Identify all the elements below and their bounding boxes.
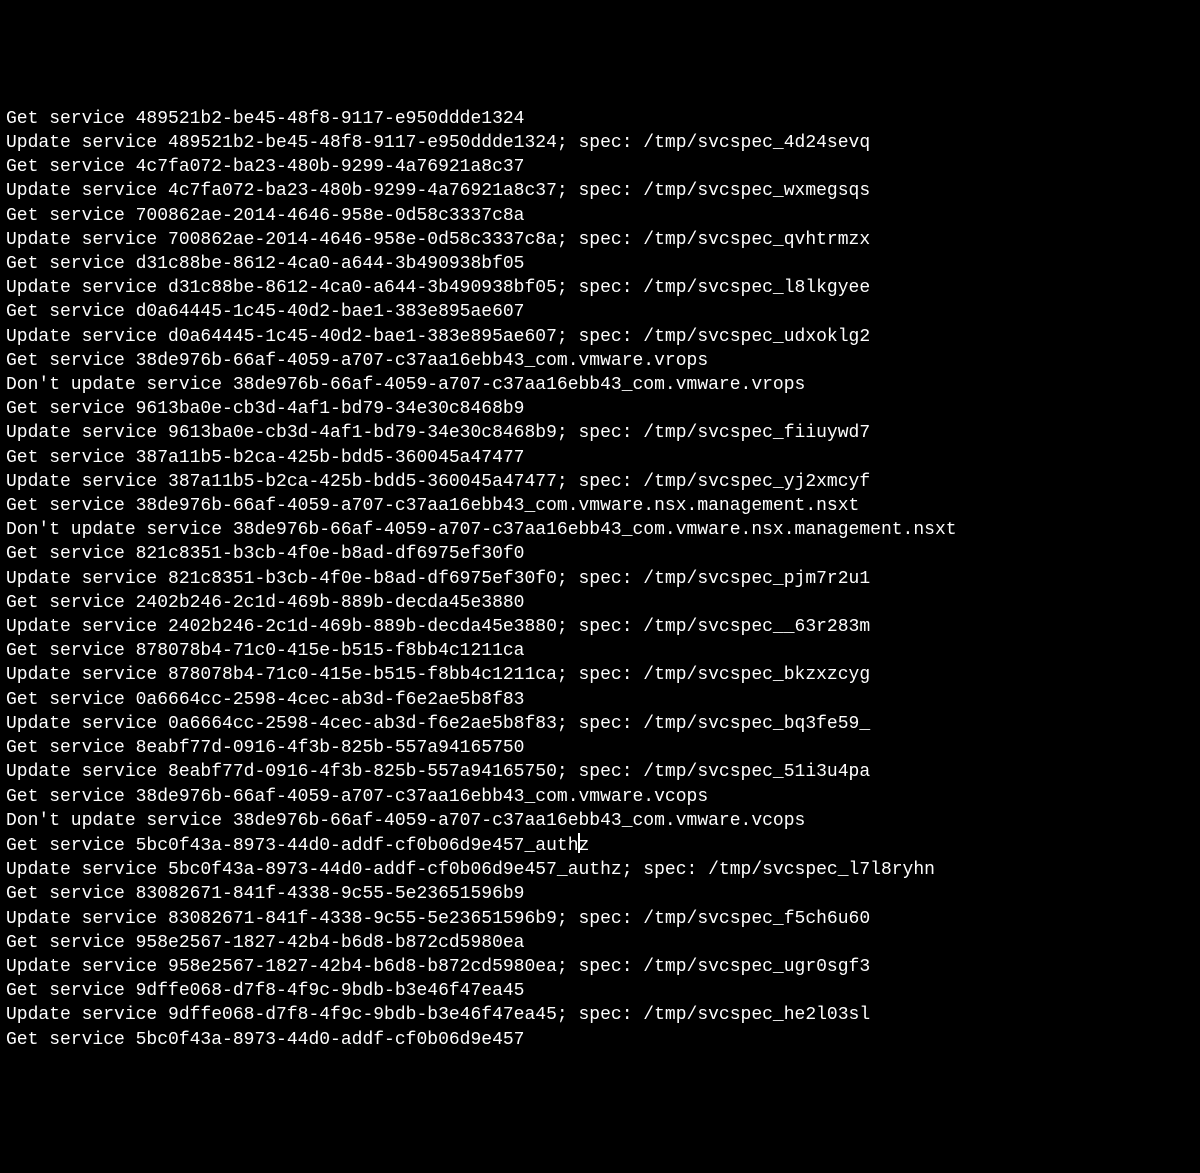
terminal-line: Get service 878078b4-71c0-415e-b515-f8bb… <box>6 639 1200 663</box>
terminal-line: Get service 2402b246-2c1d-469b-889b-decd… <box>6 591 1200 615</box>
terminal-line: Get service 958e2567-1827-42b4-b6d8-b872… <box>6 931 1200 955</box>
terminal-line: Don't update service 38de976b-66af-4059-… <box>6 809 1200 833</box>
terminal-line: Update service 2402b246-2c1d-469b-889b-d… <box>6 615 1200 639</box>
terminal-line: Get service 83082671-841f-4338-9c55-5e23… <box>6 882 1200 906</box>
terminal-line: Get service 38de976b-66af-4059-a707-c37a… <box>6 494 1200 518</box>
terminal-line: Update service 878078b4-71c0-415e-b515-f… <box>6 663 1200 687</box>
terminal-line: Update service 821c8351-b3cb-4f0e-b8ad-d… <box>6 567 1200 591</box>
terminal-line: Get service 489521b2-be45-48f8-9117-e950… <box>6 107 1200 131</box>
terminal-line: Get service d31c88be-8612-4ca0-a644-3b49… <box>6 252 1200 276</box>
terminal-line: Update service 4c7fa072-ba23-480b-9299-4… <box>6 179 1200 203</box>
terminal-line: Update service 9dffe068-d7f8-4f9c-9bdb-b… <box>6 1003 1200 1027</box>
terminal-line: Get service 4c7fa072-ba23-480b-9299-4a76… <box>6 155 1200 179</box>
terminal-line: Get service 387a11b5-b2ca-425b-bdd5-3600… <box>6 446 1200 470</box>
terminal-line: Get service 9613ba0e-cb3d-4af1-bd79-34e3… <box>6 397 1200 421</box>
terminal-line: Update service 5bc0f43a-8973-44d0-addf-c… <box>6 858 1200 882</box>
terminal-output[interactable]: Get service 489521b2-be45-48f8-9117-e950… <box>6 107 1200 1052</box>
terminal-line: Update service 83082671-841f-4338-9c55-5… <box>6 907 1200 931</box>
terminal-line: Update service 958e2567-1827-42b4-b6d8-b… <box>6 955 1200 979</box>
terminal-line: Update service 700862ae-2014-4646-958e-0… <box>6 228 1200 252</box>
terminal-line: Get service 821c8351-b3cb-4f0e-b8ad-df69… <box>6 542 1200 566</box>
terminal-line: Get service 8eabf77d-0916-4f3b-825b-557a… <box>6 736 1200 760</box>
terminal-line: Update service 9613ba0e-cb3d-4af1-bd79-3… <box>6 421 1200 445</box>
terminal-line: Get service d0a64445-1c45-40d2-bae1-383e… <box>6 300 1200 324</box>
terminal-line: Don't update service 38de976b-66af-4059-… <box>6 373 1200 397</box>
terminal-line: Update service 387a11b5-b2ca-425b-bdd5-3… <box>6 470 1200 494</box>
terminal-line: Get service 5bc0f43a-8973-44d0-addf-cf0b… <box>6 833 1200 858</box>
terminal-line: Get service 0a6664cc-2598-4cec-ab3d-f6e2… <box>6 688 1200 712</box>
terminal-line: Get service 700862ae-2014-4646-958e-0d58… <box>6 204 1200 228</box>
terminal-line: Update service d0a64445-1c45-40d2-bae1-3… <box>6 325 1200 349</box>
terminal-line: Get service 38de976b-66af-4059-a707-c37a… <box>6 349 1200 373</box>
terminal-line: Update service 8eabf77d-0916-4f3b-825b-5… <box>6 760 1200 784</box>
terminal-line: Get service 9dffe068-d7f8-4f9c-9bdb-b3e4… <box>6 979 1200 1003</box>
terminal-text: z <box>579 836 590 856</box>
terminal-line: Get service 38de976b-66af-4059-a707-c37a… <box>6 785 1200 809</box>
terminal-text: Get service 5bc0f43a-8973-44d0-addf-cf0b… <box>6 836 579 856</box>
terminal-line: Update service 0a6664cc-2598-4cec-ab3d-f… <box>6 712 1200 736</box>
terminal-line: Update service d31c88be-8612-4ca0-a644-3… <box>6 276 1200 300</box>
terminal-line: Update service 489521b2-be45-48f8-9117-e… <box>6 131 1200 155</box>
terminal-line: Get service 5bc0f43a-8973-44d0-addf-cf0b… <box>6 1028 1200 1052</box>
terminal-line: Don't update service 38de976b-66af-4059-… <box>6 518 1200 542</box>
